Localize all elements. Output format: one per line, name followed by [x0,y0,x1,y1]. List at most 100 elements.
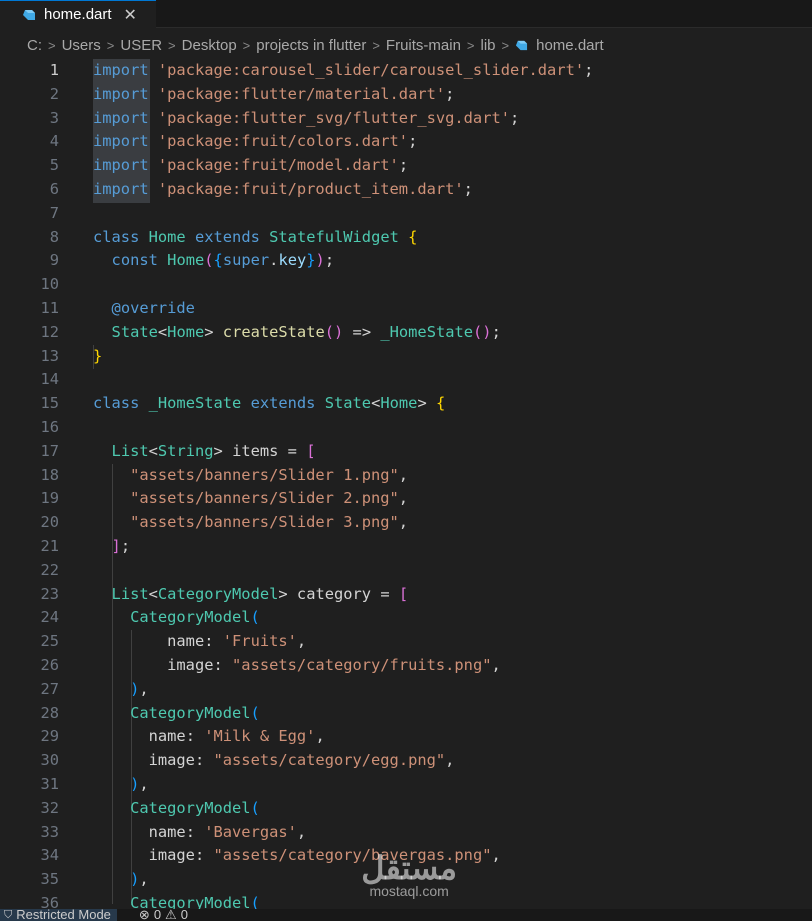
code-token: < [371,394,381,413]
code-token: _HomeState [148,394,242,413]
code-token: Home [167,251,205,270]
code-line[interactable]: 18 "assets/banners/Slider 1.png", [0,464,812,488]
code-line[interactable]: 10 [0,273,812,297]
code-token: : [194,846,214,865]
code-line[interactable]: 2 import 'package:flutter/material.dart'; [0,83,812,107]
code-line[interactable]: 19 "assets/banners/Slider 2.png", [0,487,812,511]
close-icon[interactable]: ✕ [124,5,137,25]
code-line[interactable]: 24 CategoryModel( [0,606,812,630]
code-line[interactable]: 32 CategoryModel( [0,797,812,821]
code-line[interactable]: 5 import 'package:fruit/model.dart'; [0,154,812,178]
code-line[interactable]: 6 import 'package:fruit/product_item.dart… [0,178,812,202]
status-bar: ⛉ Restricted Mode ⊗ 0 ⚠ 0 [0,909,812,921]
code-text: class _HomeState extends State<Home> { [93,392,445,416]
code-token: category [296,584,372,603]
code-token: name [148,727,186,746]
code-token: : [194,751,214,770]
code-line[interactable]: 30 image: "assets/category/egg.png", [0,749,812,773]
breadcrumb-item[interactable]: Fruits-main [386,37,461,54]
code-token: < [148,441,158,460]
breadcrumb-item[interactable]: Users [62,37,101,54]
code-token: : [204,632,223,651]
tab-home-dart[interactable]: home.dart ✕ [0,0,156,28]
code-line[interactable]: 1 import 'package:carousel_slider/carouse… [0,59,812,83]
code-token: import [93,132,149,151]
code-token: , [296,822,307,841]
code-line[interactable]: 14 [0,368,812,392]
code-token: List [111,441,149,460]
code-line[interactable]: 31 ), [0,773,812,797]
code-token: 'package:fruit/model.dart' [157,156,399,175]
code-line[interactable]: 16 [0,416,812,440]
code-line[interactable]: 8 class Home extends StatefulWidget { [0,226,812,250]
code-line[interactable]: 17 List<String> items = [ [0,440,812,464]
line-number: 16 [40,418,59,436]
code-line[interactable]: 9 const Home({super.key}); [0,249,812,273]
line-number: 15 [40,394,59,413]
code-token: : [185,822,205,841]
code-line[interactable]: 25 name: 'Fruits', [0,630,812,654]
code-token: < [157,322,168,341]
code-token: ; [491,322,501,341]
dart-file-icon [23,9,35,20]
breadcrumb-item[interactable]: C: [27,37,42,54]
code-text: const Home({super.key}); [93,249,335,273]
code-token: } [306,251,316,270]
code-token: createState [222,322,325,341]
code-token: 'package:carousel_slider/carousel_slider… [157,61,585,79]
problems-indicator[interactable]: ⊗ 0 ⚠ 0 [139,909,192,921]
code-token: , [139,775,149,793]
code-token: Home [380,394,418,413]
code-token: CategoryModel [130,798,251,817]
breadcrumb-item[interactable]: USER [120,37,162,54]
code-token: , [398,465,409,484]
code-token: super [222,251,270,270]
code-line[interactable]: 11 @override [0,297,812,321]
breadcrumb-item[interactable]: home.dart [536,37,604,54]
code-token: State [111,322,158,341]
line-number: 30 [40,751,59,770]
breadcrumb-item[interactable]: Desktop [182,37,237,54]
code-token: : [213,656,233,674]
line-number: 17 [40,441,59,460]
code-line[interactable]: 4 import 'package:fruit/colors.dart'; [0,130,812,154]
chevron-right-icon: > [242,37,251,53]
error-count: 0 [153,909,162,921]
code-token: items [232,441,279,460]
chevron-right-icon: > [48,37,56,53]
line-number: 18 [40,465,59,484]
code-line[interactable]: 29 name: 'Milk & Egg', [0,725,812,749]
code-line[interactable]: 7 [0,202,812,226]
code-line[interactable]: 33 name: 'Bavergas', [0,821,812,845]
code-line[interactable]: 26 image: "assets/category/fruits.png", [0,654,812,678]
breadcrumb-item[interactable]: projects in flutter [256,37,366,54]
code-token: String [157,441,214,460]
code-token: [ [306,441,316,460]
code-line[interactable]: 12 State<Home> createState() => _HomeSta… [0,321,812,345]
code-line[interactable]: 23 List<CategoryModel> category = [ [0,583,812,607]
code-token: image [148,846,195,865]
code-line[interactable]: 20 "assets/banners/Slider 3.png", [0,511,812,535]
code-line[interactable]: 13} [0,345,812,369]
code-line[interactable]: 21 ]; [0,535,812,559]
code-line[interactable]: 15 class _HomeState extends State<Home> { [0,392,812,416]
code-editor[interactable]: 1 import 'package:carousel_slider/carouse… [0,59,812,909]
chevron-right-icon: > [168,37,176,53]
restricted-mode-indicator[interactable]: ⛉ Restricted Mode [0,909,117,921]
code-line[interactable]: 3 import 'package:flutter_svg/flutter_svg… [0,107,812,131]
code-line[interactable]: 22 [0,559,812,583]
code-line[interactable]: 28 CategoryModel( [0,702,812,726]
code-line[interactable]: 27 ), [0,678,812,702]
breadcrumb-item[interactable]: lib [481,37,496,54]
